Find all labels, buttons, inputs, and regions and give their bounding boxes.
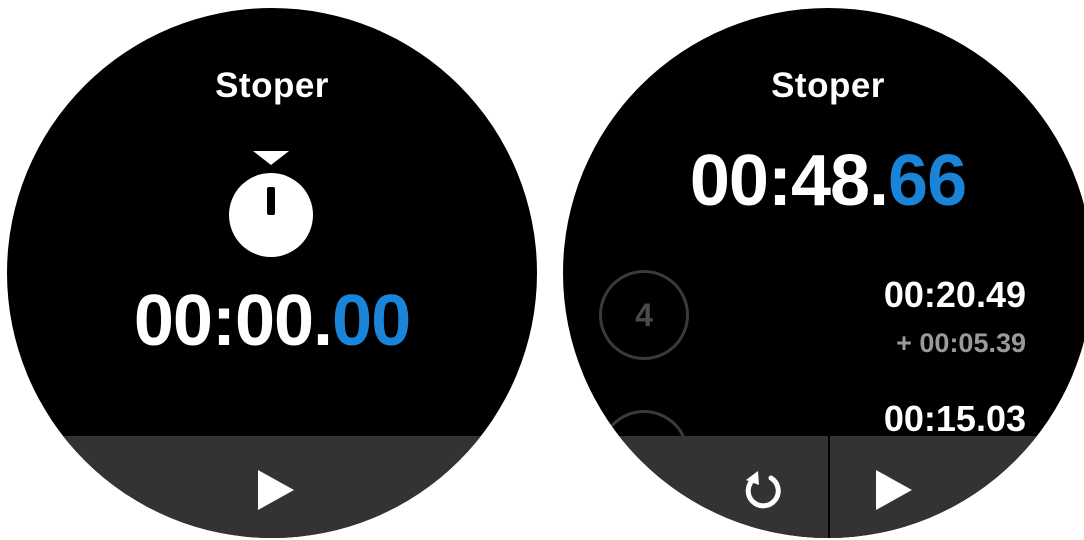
elapsed-time-main: 00:00. <box>133 281 333 361</box>
start-button[interactable] <box>7 436 537 538</box>
lap-item: 3 00:15.03 <box>563 398 1084 436</box>
reset-button[interactable] <box>563 436 828 538</box>
stopwatch-icon <box>229 151 313 257</box>
play-icon <box>876 470 912 510</box>
reset-icon <box>745 471 781 509</box>
app-title: Stoper <box>215 66 329 105</box>
lap-list[interactable]: 4 00:20.49 + 00:05.39 3 00:15.03 <box>563 258 1084 436</box>
lap-item: 4 00:20.49 + 00:05.39 <box>563 258 1084 398</box>
button-bar <box>563 436 1084 538</box>
play-icon <box>258 470 294 510</box>
resume-button[interactable] <box>830 436 1084 538</box>
elapsed-time: 00:48.66 <box>563 140 1084 222</box>
screenshot-canvas: Stoper 00:00.00 Stoper 00:48.66 4 00:20.… <box>0 0 1084 540</box>
watch-screen-idle: Stoper 00:00.00 <box>7 8 537 538</box>
watch-screen-laps: Stoper 00:48.66 4 00:20.49 + 00:05.39 3 … <box>563 8 1084 538</box>
lap-number-badge: 3 <box>599 410 689 436</box>
lap-number-badge: 4 <box>599 270 689 360</box>
lap-total-time: 00:20.49 <box>883 274 1026 315</box>
elapsed-time-fraction: 00 <box>332 281 411 361</box>
elapsed-time-main: 00:48. <box>689 141 889 221</box>
button-bar <box>7 436 537 538</box>
lap-split-time: + 00:05.39 <box>896 328 1026 358</box>
elapsed-time: 00:00.00 <box>7 280 537 362</box>
elapsed-time-fraction: 66 <box>888 141 967 221</box>
lap-total-time: 00:15.03 <box>883 398 1026 436</box>
app-title: Stoper <box>771 66 885 105</box>
